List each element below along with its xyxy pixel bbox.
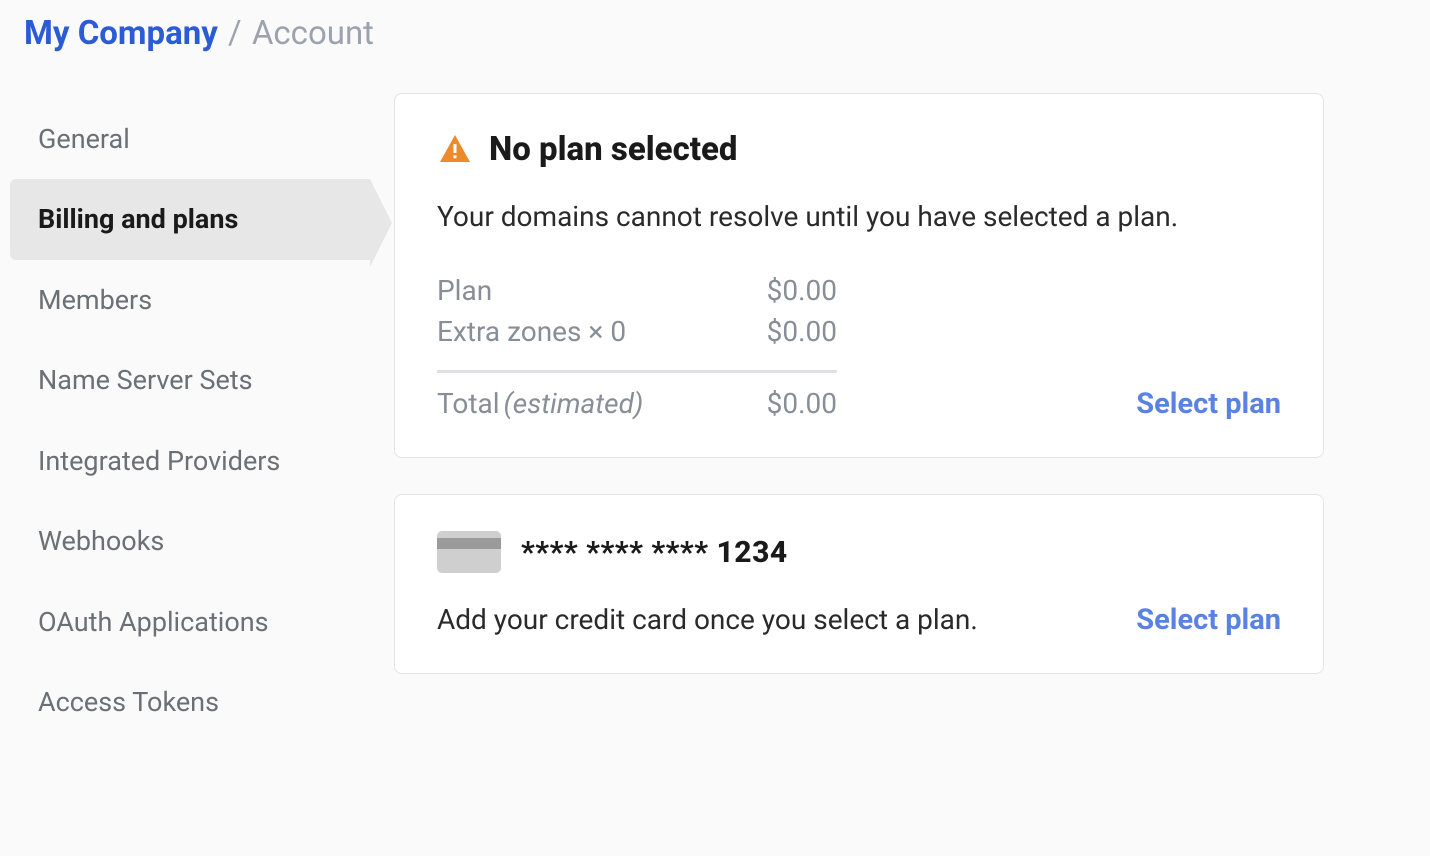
credit-card-header: **** **** **** 1234 — [437, 531, 1281, 573]
sidebar-item-general[interactable]: General — [10, 99, 370, 179]
main-content: No plan selected Your domains cannot res… — [394, 93, 1324, 743]
pricing-label: Extra zones × 0 — [437, 315, 626, 348]
breadcrumb-current: Account — [252, 14, 374, 53]
pricing-divider — [437, 370, 837, 373]
sidebar-item-access-tokens[interactable]: Access Tokens — [10, 662, 370, 742]
sidebar-item-webhooks[interactable]: Webhooks — [10, 501, 370, 581]
pricing-total-row: Total (estimated) $0.00 Select plan — [437, 387, 1281, 421]
credit-card-masked-number: **** **** **** 1234 — [521, 535, 788, 570]
credit-card-description: Add your credit card once you select a p… — [437, 603, 978, 636]
breadcrumb: My Company / Account — [0, 0, 1430, 63]
plan-card-description: Your domains cannot resolve until you ha… — [437, 195, 1281, 238]
total-estimated: (estimated) — [504, 387, 644, 420]
total-label: Total — [437, 387, 500, 420]
select-plan-link-cc[interactable]: Select plan — [1136, 603, 1281, 637]
sidebar-item-integrated-providers[interactable]: Integrated Providers — [10, 421, 370, 501]
plan-card-header: No plan selected — [437, 130, 1281, 169]
plan-card-title: No plan selected — [489, 130, 737, 169]
pricing-row-plan: Plan $0.00 — [437, 270, 837, 311]
pricing-table: Plan $0.00 Extra zones × 0 $0.00 — [437, 270, 837, 373]
pricing-value: $0.00 — [767, 274, 837, 307]
sidebar-item-members[interactable]: Members — [10, 260, 370, 340]
select-plan-link[interactable]: Select plan — [1136, 387, 1281, 421]
plan-card: No plan selected Your domains cannot res… — [394, 93, 1324, 458]
warning-icon — [437, 132, 473, 168]
credit-card-card: **** **** **** 1234 Add your credit card… — [394, 494, 1324, 674]
sidebar-item-oauth-applications[interactable]: OAuth Applications — [10, 582, 370, 662]
breadcrumb-company-link[interactable]: My Company — [24, 14, 218, 53]
pricing-value: $0.00 — [767, 315, 837, 348]
pricing-row-zones: Extra zones × 0 $0.00 — [437, 311, 837, 352]
total-value: $0.00 — [767, 387, 837, 420]
pricing-label: Plan — [437, 274, 492, 307]
sidebar: General Billing and plans Members Name S… — [10, 93, 370, 743]
credit-card-icon — [437, 531, 501, 573]
sidebar-item-billing[interactable]: Billing and plans — [10, 179, 370, 259]
sidebar-item-name-server-sets[interactable]: Name Server Sets — [10, 340, 370, 420]
breadcrumb-separator: / — [228, 14, 242, 53]
